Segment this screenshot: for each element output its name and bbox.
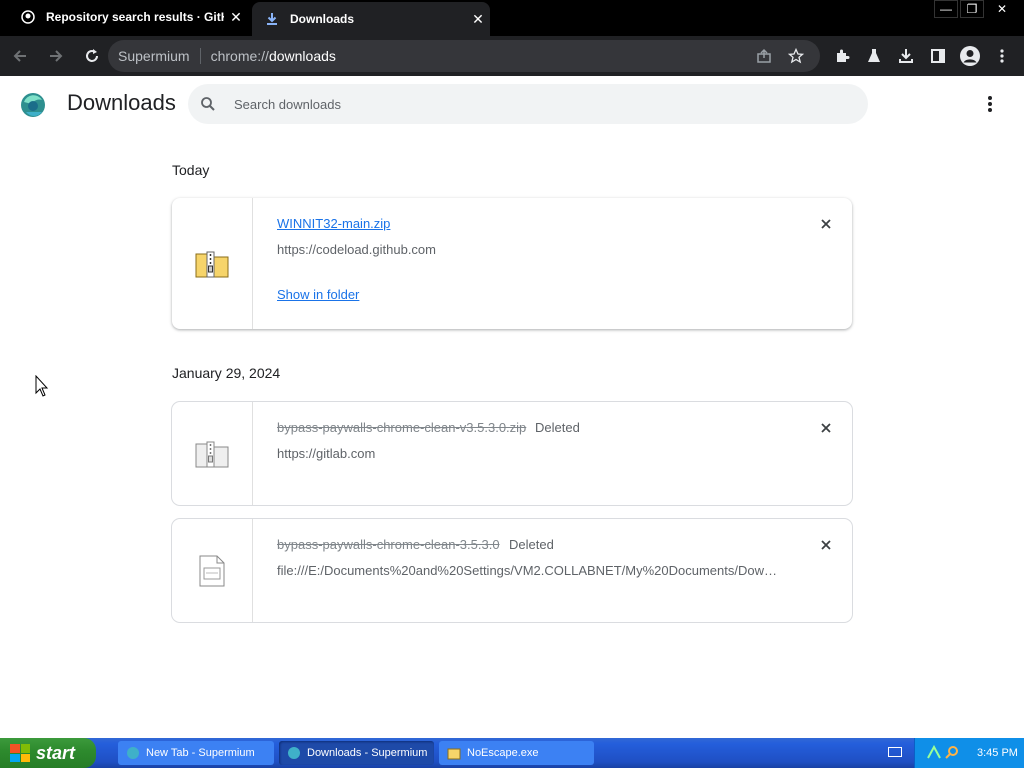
reload-icon: [86, 49, 98, 62]
download-status: Deleted: [535, 420, 580, 435]
reload-button[interactable]: [76, 40, 108, 72]
show-in-folder-link[interactable]: Show in folder: [277, 287, 359, 302]
github-icon: [20, 9, 36, 25]
tab-downloads[interactable]: Downloads ✕: [252, 2, 490, 36]
tab-github[interactable]: Repository search results · GitHub ✕: [8, 0, 248, 34]
browser-toolbar: Supermium chrome://downloads: [0, 36, 1024, 76]
windows-taskbar: start New Tab - Supermium Downloads - Su…: [0, 738, 1024, 768]
side-panel-icon[interactable]: [922, 40, 954, 72]
share-icon[interactable]: [748, 48, 780, 64]
zip-folder-icon: [172, 198, 253, 329]
search-tray-icon[interactable]: [945, 745, 959, 762]
window-controls: — ❐ ✕: [932, 0, 1018, 18]
supermium-logo-icon: [20, 92, 46, 118]
tab-title: Downloads: [290, 12, 355, 26]
remove-download-close-icon[interactable]: [818, 216, 834, 232]
remove-download-close-icon[interactable]: [818, 537, 834, 553]
tab-close-icon[interactable]: ✕: [224, 9, 248, 26]
download-filename-link[interactable]: WINNIT32-main.zip: [277, 216, 390, 231]
download-source-url: file:///E:/Documents%20and%20Settings/VM…: [277, 563, 777, 578]
labs-flask-icon[interactable]: [858, 40, 890, 72]
taskbar-item-noescape[interactable]: NoEscape.exe: [439, 741, 594, 765]
downloads-page: Downloads Search downloads Today WINNIT3…: [0, 76, 1024, 738]
file-icon: [172, 519, 253, 622]
start-label: start: [36, 742, 76, 763]
back-arrow-icon: [13, 50, 26, 62]
back-button[interactable]: [4, 40, 36, 72]
tab-close-icon[interactable]: ✕: [466, 11, 490, 28]
windows-flag-icon: [10, 744, 30, 762]
download-icon: [264, 11, 280, 27]
mouse-cursor-icon: [35, 374, 49, 402]
tab-title: Repository search results · GitHub: [46, 10, 224, 24]
tab-strip: Repository search results · GitHub ✕ Dow…: [0, 0, 1024, 36]
clock: 3:45 PM: [977, 747, 1018, 759]
search-icon: [200, 96, 220, 112]
supermium-icon: [126, 746, 140, 760]
omnibox-divider: [199, 48, 201, 64]
restore-button[interactable]: ❐: [960, 0, 984, 18]
remove-download-close-icon[interactable]: [818, 420, 834, 436]
bookmark-star-icon[interactable]: [780, 48, 812, 64]
forward-arrow-icon: [50, 50, 63, 62]
download-filename: bypass-paywalls-chrome-clean-v3.5.3.0.zi…: [277, 420, 527, 435]
download-item: bypass-paywalls-chrome-clean-v3.5.3.0.zi…: [172, 402, 852, 505]
download-source-url: https://codeload.github.com: [277, 242, 436, 257]
keyboard-layout-icon[interactable]: [888, 747, 902, 757]
page-title: Downloads: [67, 90, 176, 115]
folder-icon: [447, 746, 461, 760]
start-button[interactable]: start: [0, 738, 96, 768]
supermium-icon: [287, 746, 301, 760]
taskbar-item-downloads[interactable]: Downloads - Supermium: [279, 741, 434, 765]
download-item: WINNIT32-main.zip https://codeload.githu…: [172, 198, 852, 329]
browser-menu-icon[interactable]: [986, 40, 1018, 72]
minimize-button[interactable]: —: [934, 0, 958, 18]
date-heading: January 29, 2024: [172, 365, 281, 381]
profile-avatar-icon[interactable]: [954, 40, 986, 72]
search-placeholder: Search downloads: [234, 96, 341, 112]
zip-folder-icon: [172, 402, 253, 505]
search-downloads-input[interactable]: Search downloads: [188, 84, 868, 124]
site-chip: Supermium: [118, 48, 190, 64]
close-window-button[interactable]: ✕: [986, 0, 1018, 18]
taskbar-item-new-tab[interactable]: New Tab - Supermium: [118, 741, 274, 765]
system-tray: 3:45 PM: [914, 738, 1024, 768]
page-menu-icon[interactable]: [982, 94, 998, 114]
download-filename: bypass-paywalls-chrome-clean-3.5.3.0: [277, 537, 500, 552]
toolbar-actions: [826, 36, 1018, 76]
omnibox-icons: [748, 40, 812, 72]
downloads-toolbar-icon[interactable]: [890, 40, 922, 72]
date-heading: Today: [172, 162, 210, 178]
network-icon[interactable]: [927, 744, 941, 762]
download-status: Deleted: [509, 537, 554, 552]
url-text: chrome://downloads: [210, 48, 336, 64]
forward-button[interactable]: [40, 40, 72, 72]
download-item: bypass-paywalls-chrome-clean-3.5.3.0 Del…: [172, 519, 852, 622]
download-source-url: https://gitlab.com: [277, 446, 376, 461]
address-bar[interactable]: Supermium chrome://downloads: [108, 40, 820, 72]
browser-window: Repository search results · GitHub ✕ Dow…: [0, 0, 1024, 738]
extensions-icon[interactable]: [826, 40, 858, 72]
